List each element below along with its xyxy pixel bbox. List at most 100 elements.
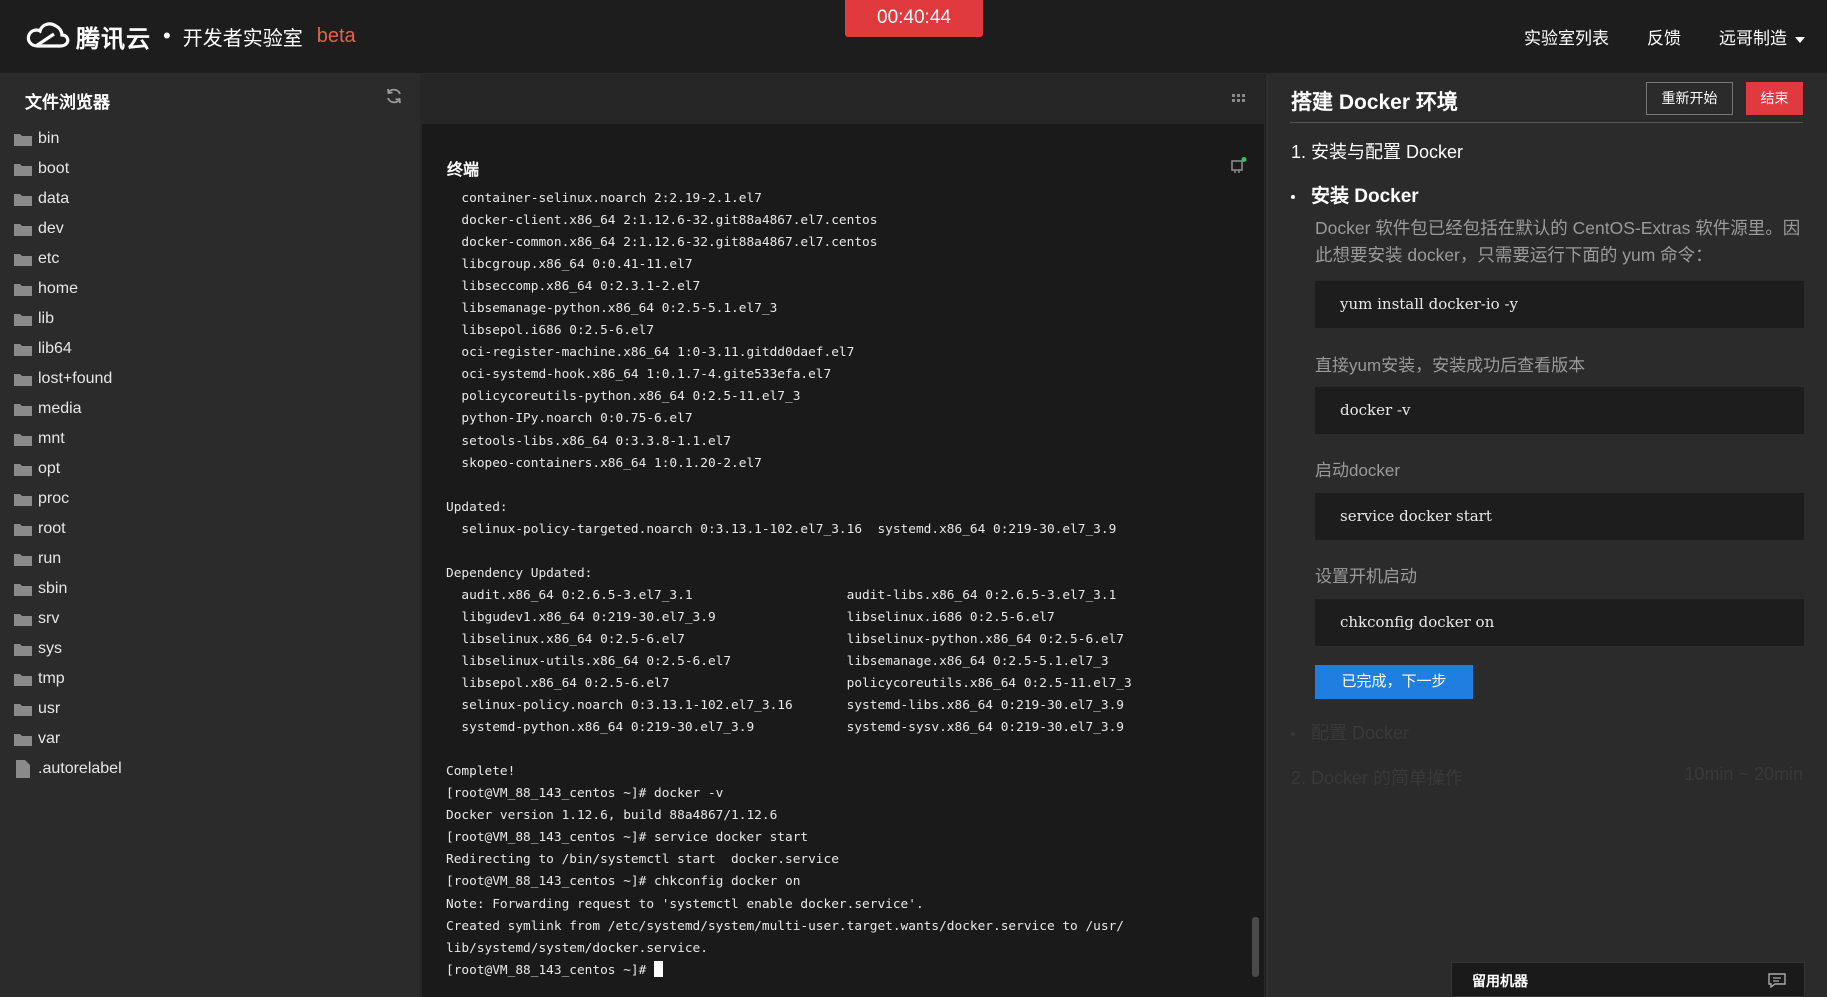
folder-item[interactable]: etc <box>14 244 122 274</box>
terminal-line: Complete! <box>446 764 516 780</box>
file-name: var <box>38 730 61 747</box>
tutorial-title: 搭建 Docker 环境 <box>1291 91 1458 114</box>
code-block[interactable]: docker -v <box>1315 387 1804 434</box>
grid-icon[interactable] <box>1232 92 1246 106</box>
folder-icon <box>14 314 32 326</box>
folder-item[interactable]: sbin <box>14 574 122 604</box>
terminal-line: setools-libs.x86_64 0:3.3.8-1.1.el7 <box>446 433 732 449</box>
file-name: opt <box>38 460 61 477</box>
terminal-line: systemd-python.x86_64 0:219-30.el7_3.9 s… <box>446 720 1124 736</box>
refresh-icon[interactable] <box>384 86 404 106</box>
terminal-line: policycoreutils-python.x86_64 0:2.5-11.e… <box>446 389 801 405</box>
folder-icon <box>14 734 32 746</box>
folder-item[interactable]: lib <box>14 304 122 334</box>
folder-icon <box>14 464 32 476</box>
terminal-line: Redirecting to /bin/systemctl start dock… <box>446 852 839 868</box>
file-name: etc <box>38 250 60 267</box>
folder-item[interactable]: var <box>14 724 122 754</box>
file-name: media <box>38 400 82 417</box>
terminal-line: skopeo-containers.x86_64 1:0.1.20-2.el7 <box>446 455 762 471</box>
folder-icon <box>14 704 32 716</box>
nav-user-menu[interactable]: 远哥制造 <box>1719 24 1805 49</box>
terminal-title: 终端 <box>447 162 480 179</box>
folder-icon <box>14 524 32 536</box>
instruction-text: 直接yum安装，安装成功后查看版本 <box>1315 356 1586 375</box>
folder-icon <box>14 134 32 146</box>
file-name: .autorelabel <box>38 760 122 777</box>
folder-item[interactable]: bin <box>14 124 122 154</box>
terminal-lines: container-selinux.noarch 2:2.19-2.1.el7 … <box>446 191 1132 956</box>
tencent-cloud-logo-icon <box>26 22 70 48</box>
folder-item[interactable]: opt <box>14 454 122 484</box>
chat-icon[interactable] <box>1768 973 1786 988</box>
terminal-scrollbar[interactable] <box>1252 917 1259 977</box>
folder-item[interactable]: data <box>14 184 122 214</box>
folder-item[interactable]: tmp <box>14 664 122 694</box>
folder-item[interactable]: lib64 <box>14 334 122 364</box>
folder-icon <box>14 254 32 266</box>
terminal-line: Docker version 1.12.6, build 88a4867/1.1… <box>446 808 778 824</box>
terminal-line: lib/systemd/system/docker.service. <box>446 940 708 956</box>
next-step-button[interactable]: 已完成，下一步 <box>1315 665 1473 699</box>
folder-item[interactable]: root <box>14 514 122 544</box>
terminal-line: Updated: <box>446 499 508 515</box>
user-name: 远哥制造 <box>1719 29 1787 48</box>
folder-icon <box>14 494 32 506</box>
file-browser-title: 文件浏览器 <box>25 93 110 112</box>
step-1-heading[interactable]: 1. 安装与配置 Docker <box>1291 138 1463 164</box>
folder-item[interactable]: usr <box>14 694 122 724</box>
file-name: bin <box>38 130 60 147</box>
file-name: home <box>38 280 79 297</box>
restart-button[interactable]: 重新开始 <box>1646 82 1733 115</box>
keep-machine-bar[interactable]: 留用机器 <box>1451 962 1805 997</box>
terminal-status-icon[interactable] <box>1230 156 1248 174</box>
file-name: lost+found <box>38 370 113 387</box>
folder-item[interactable]: mnt <box>14 424 122 454</box>
code-block[interactable]: chkconfig docker on <box>1315 599 1804 646</box>
nav-feedback[interactable]: 反馈 <box>1647 24 1681 49</box>
terminal-line: container-selinux.noarch 2:2.19-2.1.el7 <box>446 191 762 206</box>
file-name: lib64 <box>38 340 72 357</box>
terminal-line: Note: Forwarding request to 'systemctl e… <box>446 896 924 912</box>
folder-item[interactable]: proc <box>14 484 122 514</box>
folder-icon <box>14 194 32 206</box>
top-bar: 腾讯云 • 开发者实验室 beta 00:40:44 实验室列表 反馈 远哥制造 <box>0 0 1827 74</box>
step-2-duration: 10min ~ 20min <box>1684 764 1803 784</box>
folder-item[interactable]: run <box>14 544 122 574</box>
substep-configure-docker: 配置 Docker <box>1291 719 1409 745</box>
substep-label: 安装 Docker <box>1311 186 1419 207</box>
file-name: run <box>38 550 62 567</box>
file-name: root <box>38 520 66 537</box>
file-name: srv <box>38 610 60 627</box>
code-block[interactable]: service docker start <box>1315 493 1804 540</box>
folder-icon <box>14 404 32 416</box>
folder-item[interactable]: sys <box>14 634 122 664</box>
file-name: usr <box>38 700 61 717</box>
folder-item[interactable]: dev <box>14 214 122 244</box>
folder-item[interactable]: srv <box>14 604 122 634</box>
file-name: mnt <box>38 430 65 447</box>
terminal-line: libsepol.x86_64 0:2.5-6.el7 policycoreut… <box>446 676 1132 692</box>
folder-item[interactable]: boot <box>14 154 122 184</box>
logo[interactable]: 腾讯云 • 开发者实验室 beta <box>24 16 356 56</box>
code-block[interactable]: yum install docker-io -y <box>1315 281 1804 328</box>
terminal-line: [root@VM_88_143_centos ~]# chkconfig doc… <box>446 874 801 890</box>
folder-icon <box>14 644 32 656</box>
substep-install-docker[interactable]: 安装 Docker <box>1291 181 1419 208</box>
instruction-text: 设置开机启动 <box>1315 567 1417 586</box>
file-item[interactable]: .autorelabel <box>14 754 122 784</box>
end-button[interactable]: 结束 <box>1746 82 1803 115</box>
terminal-line: libselinux-utils.x86_64 0:2.5-6.el7 libs… <box>446 653 1109 669</box>
terminal-line: oci-systemd-hook.x86_64 1:0.1.7-4.gite53… <box>446 367 832 383</box>
folder-icon <box>14 224 32 236</box>
terminal-line: [root@VM_88_143_centos ~]# service docke… <box>446 830 809 846</box>
folder-icon <box>14 374 32 386</box>
beta-badge: beta <box>316 24 356 47</box>
folder-item[interactable]: lost+found <box>14 364 122 394</box>
divider <box>1290 122 1803 123</box>
folder-item[interactable]: home <box>14 274 122 304</box>
file-icon <box>16 760 30 778</box>
terminal-prompt: [root@VM_88_143_centos ~]# <box>446 962 655 978</box>
folder-item[interactable]: media <box>14 394 122 424</box>
nav-lab-list[interactable]: 实验室列表 <box>1524 24 1609 49</box>
